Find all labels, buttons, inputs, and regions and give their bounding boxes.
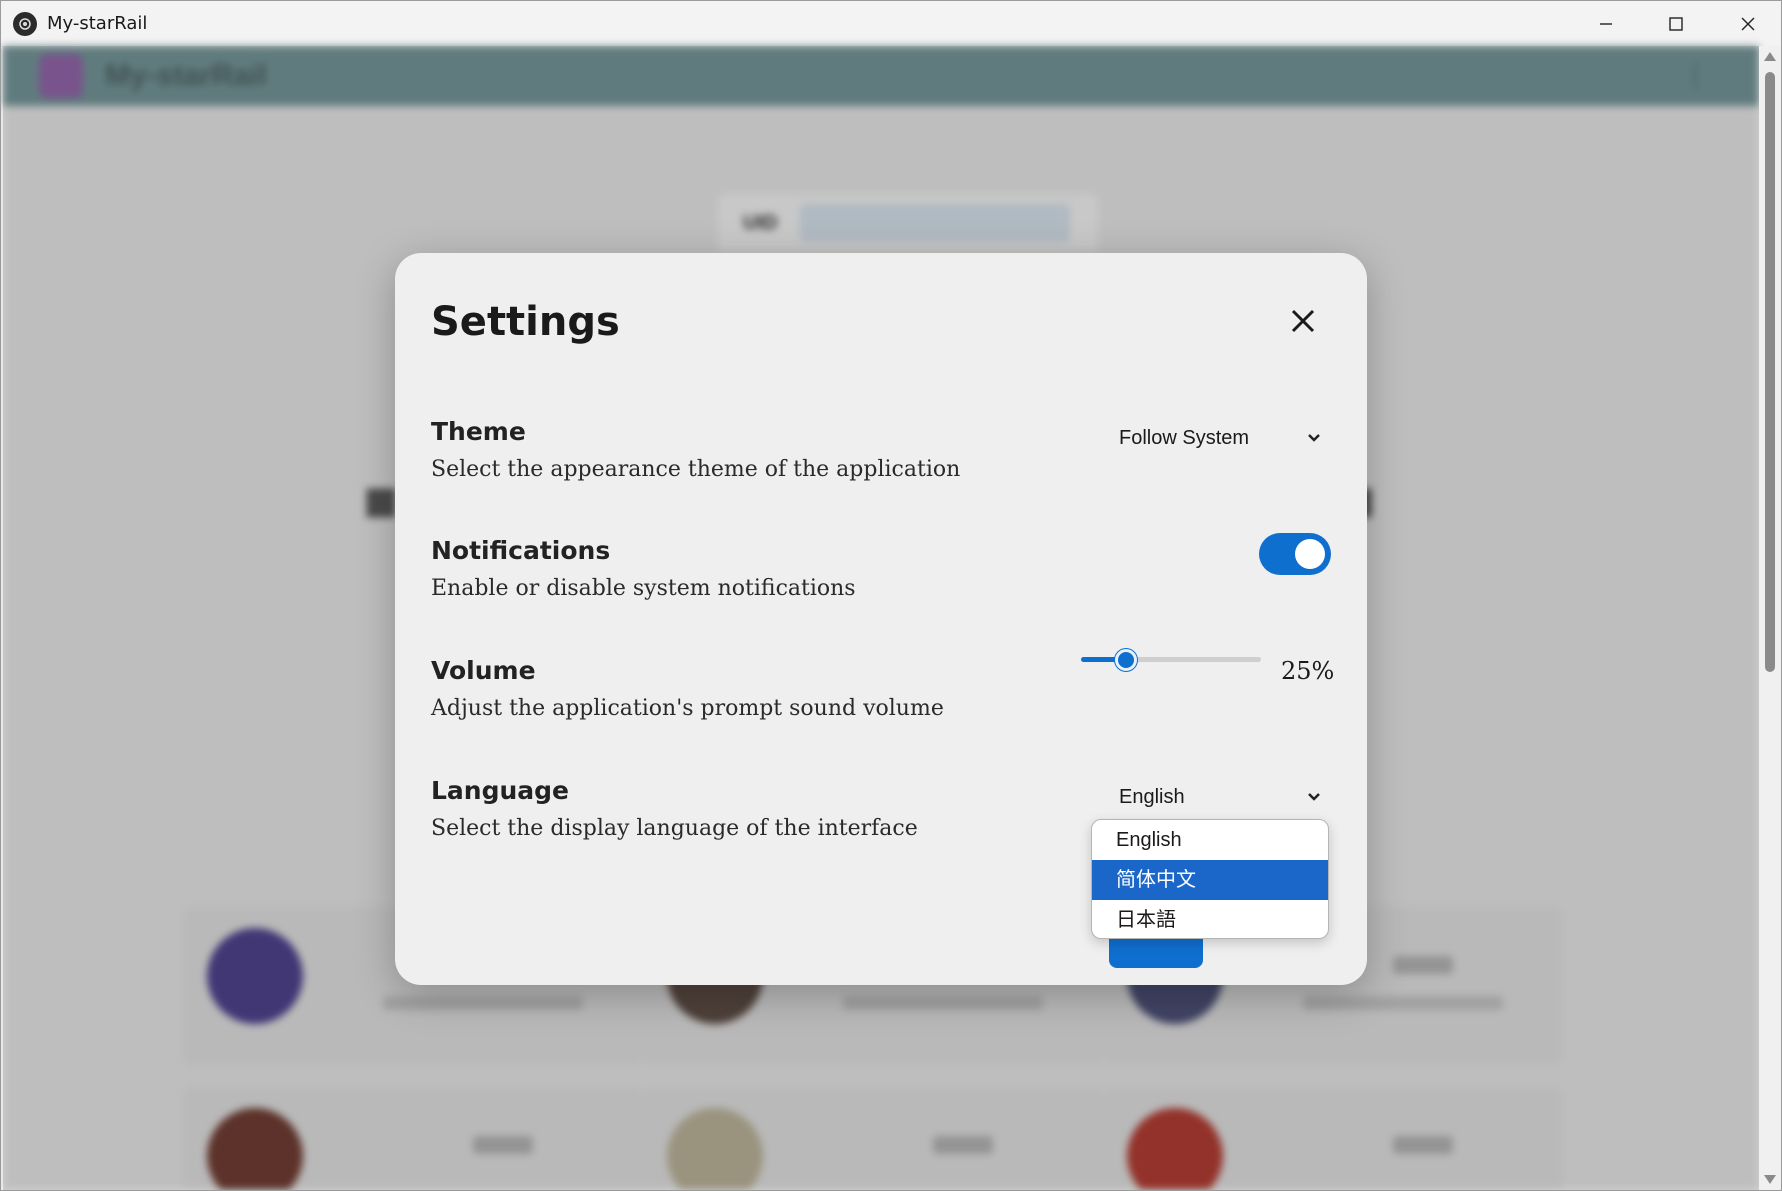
- scroll-down-arrow-icon[interactable]: [1764, 1175, 1776, 1184]
- hidden-confirm-button: [1109, 938, 1203, 968]
- notifications-description: Enable or disable system notifications: [431, 576, 856, 601]
- close-icon: [1741, 17, 1755, 30]
- theme-title: Theme: [431, 417, 526, 446]
- theme-select[interactable]: Follow System: [1111, 420, 1331, 456]
- notifications-title: Notifications: [431, 536, 611, 565]
- language-select-value: English: [1119, 785, 1185, 808]
- language-option[interactable]: 简体中文: [1092, 860, 1328, 900]
- minimize-button[interactable]: [1571, 1, 1641, 46]
- language-description: Select the display language of the inter…: [431, 816, 918, 841]
- app-logo-icon: [13, 11, 37, 36]
- toggle-knob: [1295, 539, 1325, 569]
- scroll-up-arrow-icon[interactable]: [1764, 52, 1776, 61]
- notifications-toggle[interactable]: [1259, 533, 1331, 575]
- scrollbar-thumb[interactable]: [1765, 72, 1775, 672]
- theme-description: Select the appearance theme of the appli…: [431, 457, 961, 482]
- chevron-down-icon: [1308, 434, 1320, 442]
- window-title: My-starRail: [47, 13, 148, 34]
- vertical-scrollbar[interactable]: [1759, 46, 1781, 1190]
- app-window: My-starRail My-starRail UID ■■■ ■■ ■■: [0, 0, 1782, 1191]
- language-option[interactable]: English: [1092, 820, 1328, 860]
- dialog-title: Settings: [431, 299, 620, 345]
- volume-slider[interactable]: [1081, 649, 1261, 671]
- slider-thumb[interactable]: [1115, 649, 1137, 671]
- language-title: Language: [431, 776, 570, 805]
- volume-value: 25%: [1281, 657, 1335, 685]
- volume-title: Volume: [431, 656, 536, 685]
- title-bar: My-starRail: [1, 1, 1781, 46]
- language-dropdown-list[interactable]: English 简体中文 日本語: [1091, 819, 1329, 939]
- language-select[interactable]: English: [1111, 779, 1331, 815]
- language-option[interactable]: 日本語: [1092, 900, 1328, 938]
- minimize-icon: [1600, 22, 1612, 25]
- theme-select-value: Follow System: [1119, 426, 1250, 449]
- dialog-close-button[interactable]: [1283, 301, 1323, 341]
- maximize-button[interactable]: [1641, 1, 1711, 46]
- volume-description: Adjust the application's prompt sound vo…: [431, 696, 944, 721]
- maximize-icon: [1669, 16, 1683, 31]
- window-close-button[interactable]: [1713, 1, 1781, 46]
- chevron-down-icon: [1308, 793, 1320, 801]
- close-icon: [1291, 309, 1315, 333]
